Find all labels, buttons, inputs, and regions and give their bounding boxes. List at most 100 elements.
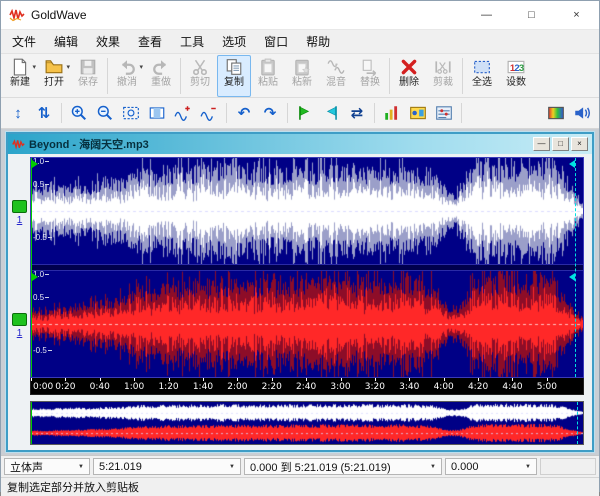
dropdown-arrow-icon[interactable]: ▾	[66, 63, 70, 71]
set-points-button[interactable]: 123设数	[499, 55, 533, 97]
replace-arrow-icon	[361, 58, 379, 76]
status-selection-range[interactable]: 0.000 到 5:21.019 (5:21.019)▼	[244, 458, 442, 475]
window-controls: —□×	[464, 1, 599, 29]
cut-scissors-icon	[191, 58, 209, 76]
wave-zoom-in-icon[interactable]	[171, 101, 195, 125]
zoom-in-icon[interactable]	[67, 101, 91, 125]
right-channel-panel[interactable]: 1.00.5-0.5	[31, 271, 583, 377]
zoom-out-icon[interactable]	[93, 101, 117, 125]
paste-new-button-label: 粘新	[292, 76, 312, 90]
copy-button-label: 复制	[224, 76, 244, 90]
trim-button-label: 剪裁	[433, 76, 453, 90]
time-tick	[237, 378, 238, 381]
toolbar-separator	[389, 58, 390, 94]
menu-window[interactable]: 窗口	[255, 30, 297, 53]
dropdown-arrow-icon[interactable]: ▾	[139, 63, 143, 71]
spectrum-rainbow-icon[interactable]	[544, 101, 568, 125]
right-channel-badge[interactable]	[12, 313, 27, 326]
toolbar-separator	[374, 103, 375, 123]
document-icon	[12, 138, 25, 151]
status-bar: 立体声▼5:21.019▼0.000 到 5:21.019 (5:21.019)…	[1, 455, 599, 477]
new-button[interactable]: ▾新建	[3, 55, 37, 97]
minimize-button[interactable]: —	[464, 1, 509, 29]
speaker-icon[interactable]	[570, 101, 594, 125]
selection-start-handle-icon[interactable]	[32, 160, 38, 168]
main-toolbar: ▾新建▾打开保存▾撤消重做剪切复制粘贴粘新混音替换删除剪裁全选123设数	[1, 54, 599, 98]
menu-effects[interactable]: 效果	[87, 30, 129, 53]
time-label: 3:40	[399, 382, 419, 392]
open-folder-icon	[45, 58, 63, 76]
overview-panel[interactable]	[30, 401, 584, 445]
delete-button[interactable]: 删除	[392, 55, 426, 97]
time-tick	[478, 378, 479, 381]
dropdown-arrow-icon[interactable]: ▾	[32, 63, 36, 71]
device-controls-icon[interactable]	[406, 101, 430, 125]
channel-splitter[interactable]	[31, 264, 583, 271]
open-button-label: 打开	[44, 76, 64, 90]
right-channel-number[interactable]: 1	[12, 328, 27, 339]
undo-button: ▾撤消	[110, 55, 144, 97]
left-channel-waveform[interactable]	[31, 158, 583, 264]
selection-end-handle-icon[interactable]	[569, 273, 575, 281]
time-label: 2:20	[262, 382, 282, 392]
document-maximize-button[interactable]: □	[552, 137, 569, 151]
control-properties-icon[interactable]	[432, 101, 456, 125]
wave-zoom-out-icon[interactable]	[197, 101, 221, 125]
new-button-label: 新建	[10, 76, 30, 90]
time-label: 0:40	[90, 382, 110, 392]
zoom-selection-icon[interactable]	[145, 101, 169, 125]
document-close-button[interactable]: ×	[571, 137, 588, 151]
selection-end-handle-icon[interactable]	[569, 160, 575, 168]
menu-options[interactable]: 选项	[213, 30, 255, 53]
swap-channels-icon[interactable]: ⇄	[345, 101, 369, 125]
overview-selection-end-marker[interactable]	[577, 402, 578, 444]
right-channel-waveform[interactable]	[31, 271, 583, 377]
selection-end-marker[interactable]	[575, 158, 576, 377]
cut-button-label: 剪切	[190, 76, 210, 90]
document-title: Beyond - 海阔天空.mp3	[29, 136, 149, 152]
document-minimize-button[interactable]: —	[533, 137, 550, 151]
left-channel-badge[interactable]	[12, 200, 27, 213]
left-channel-number[interactable]: 1	[12, 215, 27, 226]
zoom-vertical-icon[interactable]: ⇅	[32, 101, 56, 125]
close-button[interactable]: ×	[554, 1, 599, 29]
menu-edit[interactable]: 编辑	[45, 30, 87, 53]
time-tick	[31, 378, 32, 381]
previous-view-icon[interactable]: ↶	[232, 101, 256, 125]
status-playback-position[interactable]: 0.000▼	[445, 458, 537, 475]
document-title-bar[interactable]: Beyond - 海阔天空.mp3 —□×	[8, 134, 592, 154]
overview-waveform[interactable]	[31, 402, 583, 444]
maximize-button[interactable]: □	[509, 1, 554, 29]
trim-button: 剪裁	[426, 55, 460, 97]
time-axis[interactable]: 0:000:200:401:001:201:402:002:202:403:00…	[30, 378, 584, 395]
selection-start-marker[interactable]	[31, 158, 32, 377]
selection-start-handle-icon[interactable]	[32, 273, 38, 281]
time-tick	[444, 378, 445, 381]
save-disk-icon	[79, 58, 97, 76]
overview-selection-start-marker[interactable]	[31, 402, 32, 444]
select-all-button[interactable]: 全选	[465, 55, 499, 97]
dropdown-arrow-icon: ▼	[424, 464, 436, 470]
toolbar-separator	[226, 103, 227, 123]
menu-file[interactable]: 文件	[3, 30, 45, 53]
open-button[interactable]: ▾打开	[37, 55, 71, 97]
left-channel-panel[interactable]: 1.00.5-0.5	[31, 158, 583, 264]
time-label: 4:40	[502, 382, 522, 392]
toolbar-separator	[461, 103, 462, 123]
redo-arrow-icon	[152, 58, 170, 76]
zoom-all-icon[interactable]	[119, 101, 143, 125]
document-window-controls: —□×	[533, 137, 588, 151]
level-meters-icon[interactable]	[380, 101, 404, 125]
status-file-length[interactable]: 5:21.019▼	[93, 458, 241, 475]
fit-vertical-icon[interactable]: ↕	[6, 101, 30, 125]
copy-button[interactable]: 复制	[217, 55, 251, 97]
status-channel-mode[interactable]: 立体声▼	[4, 458, 90, 475]
menu-tools[interactable]: 工具	[171, 30, 213, 53]
menu-help[interactable]: 帮助	[297, 30, 339, 53]
toolbar-separator	[107, 58, 108, 94]
marker-start-icon[interactable]	[293, 101, 317, 125]
undo-arrow-icon	[118, 58, 136, 76]
menu-view[interactable]: 查看	[129, 30, 171, 53]
next-view-icon[interactable]: ↷	[258, 101, 282, 125]
marker-end-icon[interactable]	[319, 101, 343, 125]
